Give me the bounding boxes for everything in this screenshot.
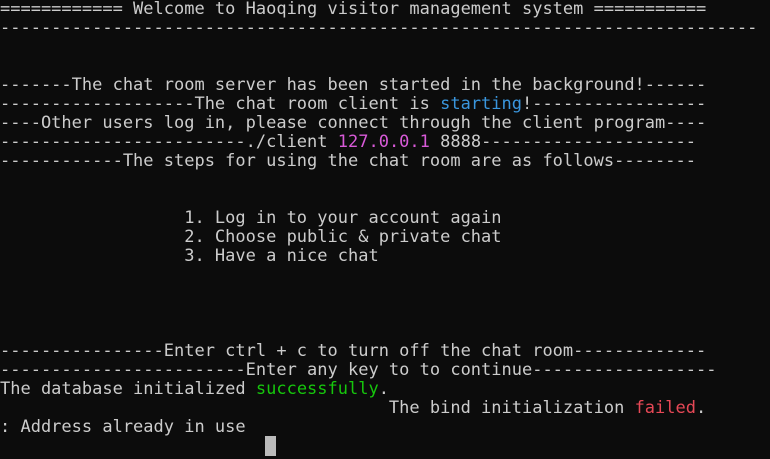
failed-status-word: failed <box>634 398 696 418</box>
ip-address: 127.0.0.1 <box>337 132 430 152</box>
server-started-message: -------The chat room server has been sta… <box>0 75 707 95</box>
client-starting-suffix: !----------------- <box>522 94 707 114</box>
client-starting-message: -------------------The chat room client … <box>0 95 706 114</box>
separator-line: ----------------------------------------… <box>0 18 758 38</box>
port-number: 8888--------------------- <box>429 132 696 152</box>
database-status-line: The database initialized successfully. <box>0 380 389 399</box>
other-users-instruction: ----Other users log in, please connect t… <box>0 113 707 133</box>
step-2: 2. Choose public & private chat <box>0 227 502 247</box>
step-3: 3. Have a nice chat <box>0 246 379 266</box>
database-status-prefix: The database initialized <box>0 379 256 399</box>
welcome-banner: ============ Welcome to Haoqing visitor … <box>0 0 707 19</box>
terminal-window[interactable]: ============ Welcome to Haoqing visitor … <box>0 0 770 459</box>
client-command-prefix: ------------------------./client <box>0 132 338 152</box>
client-command-line: ------------------------./client 127.0.0… <box>0 133 696 152</box>
continue-prompt: ------------------------Enter any key to… <box>0 360 717 380</box>
bind-status-line: The bind initialization failed. <box>0 399 706 418</box>
exit-instruction: ----------------Enter ctrl + c to turn o… <box>0 341 707 361</box>
bind-status-suffix: . <box>695 398 707 418</box>
step-1: 1. Log in to your account again <box>0 208 502 228</box>
address-error-line: : Address already in use <box>0 417 246 437</box>
client-starting-prefix: -------------------The chat room client … <box>0 94 441 114</box>
steps-header: ------------The steps for using the chat… <box>0 151 696 171</box>
text-cursor[interactable] <box>265 436 276 456</box>
success-status-word: successfully <box>255 379 379 399</box>
bind-status-prefix: The bind initialization <box>0 398 635 418</box>
database-status-suffix: . <box>378 379 389 399</box>
starting-status-word: starting <box>440 94 522 114</box>
